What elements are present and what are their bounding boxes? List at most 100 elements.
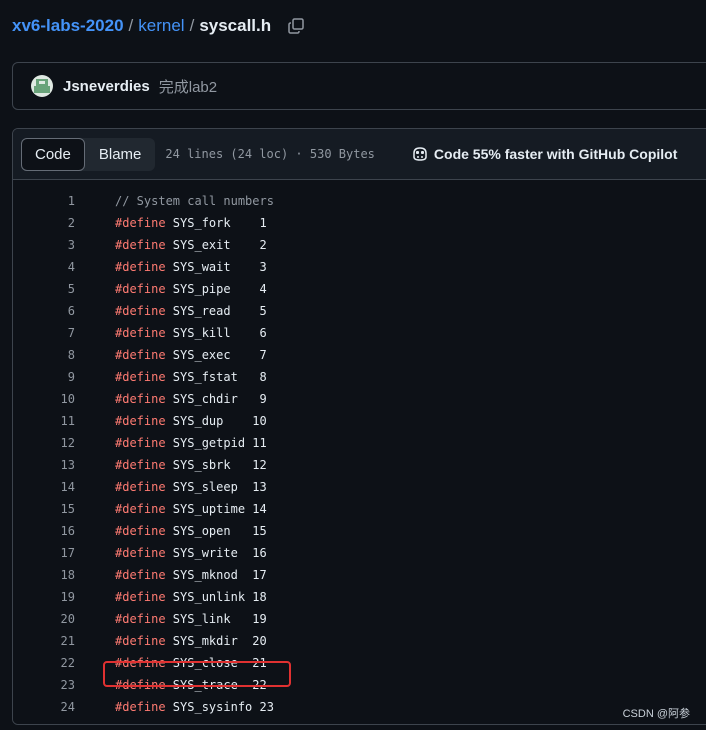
code-text: SYS_link 19 [165,612,267,626]
tab-code[interactable]: Code [21,137,85,171]
code-line: 14 #define SYS_sleep 13 [13,476,706,498]
line-number[interactable]: 22 [13,656,75,670]
line-number[interactable]: 17 [13,546,75,560]
code-text: SYS_fork 1 [165,216,267,230]
copilot-icon [411,145,429,163]
line-number[interactable]: 21 [13,634,75,648]
keyword-token: #define [115,480,166,494]
code-line: 16 #define SYS_open 15 [13,520,706,542]
code-line: 15 #define SYS_uptime 14 [13,498,706,520]
line-number[interactable]: 11 [13,414,75,428]
code-text: SYS_dup 10 [165,414,267,428]
copilot-text: Code 55% faster with GitHub Copilot [433,146,678,162]
code-line: 12 #define SYS_getpid 11 [13,432,706,454]
watermark: CSDN @阿参 [622,708,690,720]
line-number[interactable]: 23 [13,678,75,692]
line-number[interactable]: 6 [13,304,75,318]
keyword-token: #define [115,304,166,318]
code-text: SYS_sysinfo 23 [165,700,274,714]
keyword-token: #define [115,436,166,450]
line-number[interactable]: 2 [13,216,75,230]
code-line: 13 #define SYS_sbrk 12 [13,454,706,476]
line-number[interactable]: 12 [13,436,75,450]
avatar[interactable] [31,75,53,97]
file-name: syscall.h [199,16,272,35]
keyword-token: #define [115,458,166,472]
tab-blame[interactable]: Blame [85,138,156,171]
code-text: SYS_trace 22 [165,678,267,692]
code-text: SYS_mknod 17 [165,568,267,582]
code-content: #define SYS_getpid 11 [115,436,267,450]
code-text: SYS_unlink 18 [165,590,267,604]
code-line: 1 // System call numbers [13,190,706,212]
code-text: SYS_wait 3 [165,260,267,274]
line-number[interactable]: 24 [13,700,75,714]
code-text: SYS_pipe 4 [165,282,267,296]
line-number[interactable]: 9 [13,370,75,384]
code-text: SYS_sbrk 12 [165,458,267,472]
code-line: 10 #define SYS_chdir 9 [13,388,706,410]
keyword-token: #define [115,326,166,340]
line-number[interactable]: 15 [13,502,75,516]
keyword-token: #define [115,700,166,714]
line-number[interactable]: 16 [13,524,75,538]
line-number[interactable]: 14 [13,480,75,494]
code-content: #define SYS_dup 10 [115,414,267,428]
line-number[interactable]: 18 [13,568,75,582]
code-text: SYS_mkdir 20 [165,634,267,648]
keyword-token: #define [115,590,166,604]
code-body: 1 // System call numbers 2 #define SYS_fork… [13,180,706,724]
code-content: #define SYS_fstat 8 [115,370,267,384]
code-content: #define SYS_close 21 [115,656,267,670]
code-text: SYS_open 15 [165,524,267,538]
keyword-token: #define [115,612,166,626]
code-text: SYS_fstat 8 [165,370,267,384]
copy-icon[interactable] [287,17,305,35]
line-number[interactable]: 5 [13,282,75,296]
code-line: 24 #define SYS_sysinfo 23 [13,696,706,718]
keyword-token: #define [115,524,166,538]
keyword-token: #define [115,348,166,362]
keyword-token: #define [115,546,166,560]
line-number[interactable]: 8 [13,348,75,362]
code-panel: Code Blame 24 lines (24 loc) · 530 Bytes… [12,128,706,725]
line-number[interactable]: 7 [13,326,75,340]
keyword-token: #define [115,502,166,516]
code-content: #define SYS_read 5 [115,304,267,318]
comment-text: // System call numbers [115,194,274,208]
code-text: SYS_exit 2 [165,238,267,252]
code-line: 7 #define SYS_kill 6 [13,322,706,344]
line-number[interactable]: 13 [13,458,75,472]
code-text: SYS_getpid 11 [165,436,267,450]
code-text: SYS_read 5 [165,304,267,318]
code-text: SYS_kill 6 [165,326,267,340]
code-line: 6 #define SYS_read 5 [13,300,706,322]
breadcrumb-separator: / [128,16,134,35]
code-content: #define SYS_chdir 9 [115,392,267,406]
code-content: #define SYS_open 15 [115,524,267,538]
keyword-token: #define [115,392,166,406]
copilot-promo[interactable]: Code 55% faster with GitHub Copilot [411,145,677,163]
breadcrumb-repo-link[interactable]: xv6-labs-2020 [12,16,124,36]
code-text: SYS_uptime 14 [165,502,267,516]
line-number[interactable]: 10 [13,392,75,406]
line-number[interactable]: 20 [13,612,75,626]
code-line: 23 #define SYS_trace 22 [13,674,706,696]
code-line: 3 #define SYS_exit 2 [13,234,706,256]
keyword-token: #define [115,370,166,384]
breadcrumb-folder-link[interactable]: kernel [138,16,184,36]
line-number[interactable]: 1 [13,194,75,208]
code-line: 19 #define SYS_unlink 18 [13,586,706,608]
commit-author[interactable]: Jsneverdies [63,78,150,95]
code-text: SYS_chdir 9 [165,392,267,406]
line-number[interactable]: 19 [13,590,75,604]
line-number[interactable]: 4 [13,260,75,274]
code-content: #define SYS_unlink 18 [115,590,267,604]
keyword-token: #define [115,260,166,274]
code-line: 8 #define SYS_exec 7 [13,344,706,366]
commit-message[interactable]: 完成lab2 [159,76,217,97]
code-content: #define SYS_exit 2 [115,238,267,252]
code-content: #define SYS_fork 1 [115,216,267,230]
line-number[interactable]: 3 [13,238,75,252]
keyword-token: #define [115,238,166,252]
